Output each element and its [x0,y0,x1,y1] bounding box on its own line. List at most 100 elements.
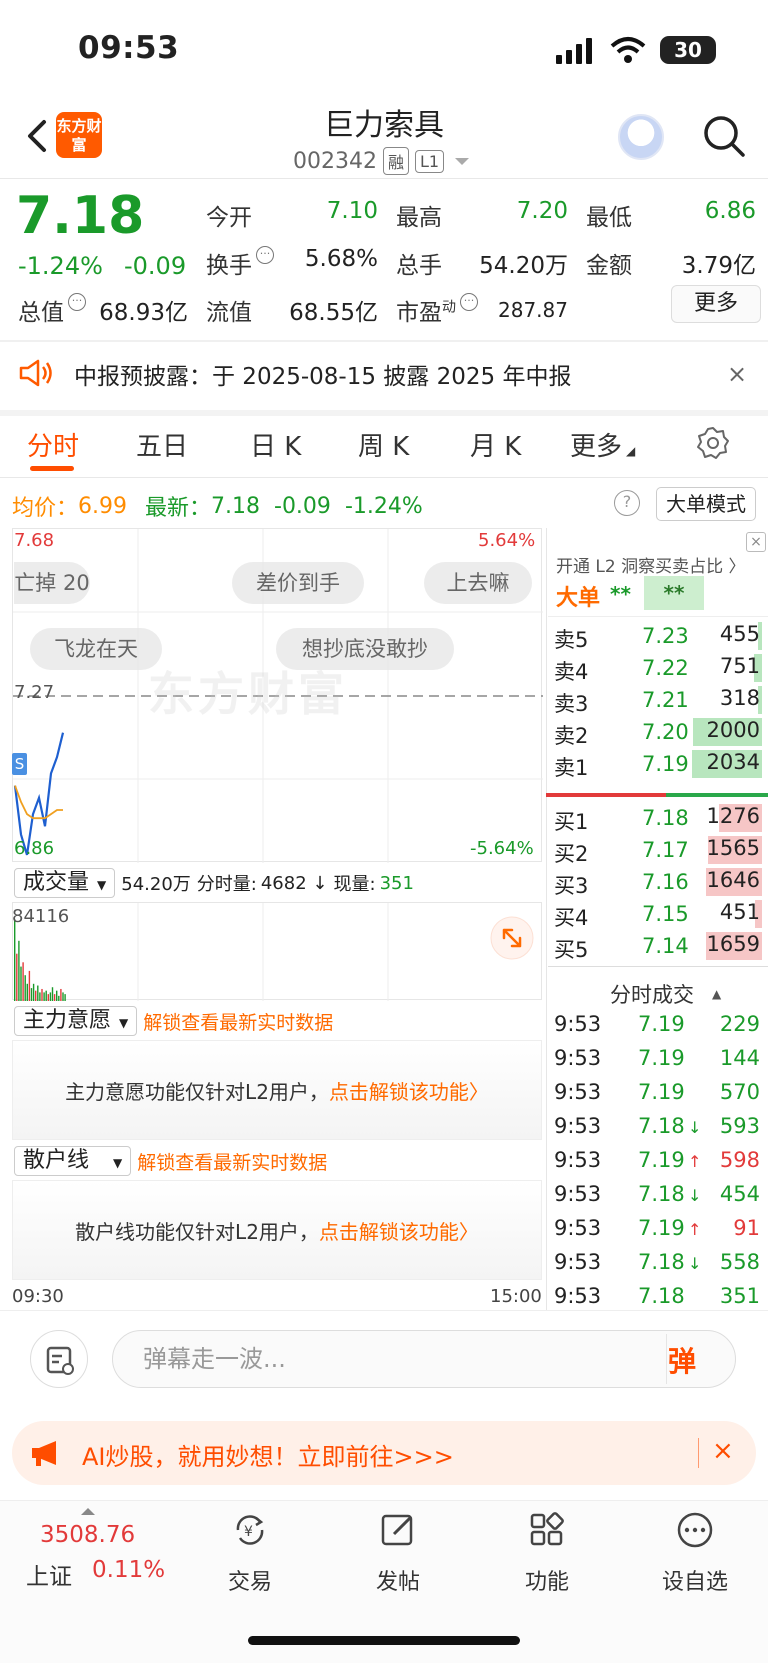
sanhu-unlock-button[interactable]: 点击解锁该功能〉 [319,1220,479,1244]
stock-code-row[interactable]: 002342 融 L1 [293,147,472,175]
ob-level-label: 买2 [554,842,589,866]
volume-total: 54.20万 [121,874,191,895]
volume-bar [37,985,39,1001]
ob-price: 7.14 [642,934,689,958]
volume-bar [58,995,60,1001]
tabbar-features[interactable]: 功能 [492,1510,602,1596]
bid-row[interactable]: 买4 7.15 451 [554,898,766,930]
index-value[interactable]: 3508.76 [40,1522,135,1548]
bid-row[interactable]: 买1 7.18 1276 [554,802,766,834]
info-dots-icon[interactable]: ··· [68,293,86,311]
expand-icon[interactable] [490,916,534,960]
tick-volume: 144 [719,1046,760,1070]
ask-row[interactable]: 卖2 7.20 2000 [554,716,766,748]
notice-divider [0,410,768,416]
help-icon[interactable]: ? [614,490,640,516]
info-dots-icon[interactable]: ··· [460,293,478,311]
zhuli-selector[interactable]: 主力意愿 ▼ [14,1006,138,1036]
volume-detail-label: 分时量: [196,874,257,895]
zhuli-unlock-button[interactable]: 点击解锁该功能〉 [329,1080,489,1104]
last-percent: -1.24% [344,493,423,519]
big-order-mode-button[interactable]: 大单模式 [656,487,756,521]
more-quote-button[interactable]: 更多 [671,285,761,323]
tabbar-trade[interactable]: ¥ 交易 [195,1510,305,1596]
home-indicator[interactable] [248,1636,520,1645]
price-line [13,732,65,856]
change-value: -0.09 [124,252,187,280]
big-order-bar: ** [644,576,704,610]
tick-row: 9:53 7.18 ↓ 593 [554,1114,764,1148]
caret-up-icon[interactable] [80,1506,96,1516]
tick-row: 9:53 7.18 ↓ 454 [554,1182,764,1216]
ask-row[interactable]: 卖5 7.23 455 [554,620,766,652]
gear-icon[interactable] [696,426,730,460]
promo-close-icon[interactable]: × [712,1436,734,1466]
ob-level-label: 卖3 [554,692,589,716]
ob-price: 7.18 [642,806,689,830]
ob-price: 7.15 [642,902,689,926]
tab-weekly-k[interactable]: 周 K [358,426,409,463]
zhuli-lock-box[interactable]: 主力意愿功能仅针对L2用户，点击解锁该功能〉 [12,1040,542,1140]
ob-level-label: 卖4 [554,660,589,684]
ask-row[interactable]: 卖4 7.22 751 [554,652,766,684]
edit-icon [381,1514,413,1546]
zhuli-header: 主力意愿 ▼ 解锁查看最新实时数据 [14,1006,333,1036]
volume-detail: 4682 ↓ [260,872,328,894]
sanhu-lock-box[interactable]: 散户线功能仅针对L2用户，点击解锁该功能〉 [12,1180,542,1280]
volume-selector[interactable]: 成交量 ▼ [14,868,116,898]
assistant-avatar-icon[interactable] [618,114,664,160]
bid-row[interactable]: 买5 7.14 1659 [554,930,766,962]
ask-row[interactable]: 卖1 7.19 2034 [554,748,766,780]
zhuli-unlock-link[interactable]: 解锁查看最新实时数据 [143,1008,333,1035]
tab-intraday[interactable]: 分时 [27,426,79,463]
input-divider [666,1334,667,1384]
search-icon[interactable] [700,112,748,160]
tick-time: 9:53 [554,1182,602,1206]
ask-row[interactable]: 卖3 7.21 318 [554,684,766,716]
volume-bar [24,975,26,1001]
ob-level-label: 买3 [554,874,589,898]
volume-bar [39,992,41,1001]
volume-bar [41,988,43,1001]
sanhu-selector[interactable]: 散户线 ▼ [14,1146,132,1176]
tab-daily-k[interactable]: 日 K [250,426,301,463]
pct-bot-label: -5.64% [470,838,534,859]
tab-five-day[interactable]: 五日 [136,426,188,463]
tab-more[interactable]: 更多 ◢ [570,426,635,463]
ob-price: 7.17 [642,838,689,862]
tab-monthly-k[interactable]: 月 K [470,426,521,463]
comment-settings-button[interactable] [30,1330,88,1388]
mktcap-value: 68.93亿 [99,300,188,326]
tick-time: 9:53 [554,1012,602,1036]
comment-input[interactable]: 弹幕走一波... [112,1330,736,1388]
sanhu-unlock-link[interactable]: 解锁查看最新实时数据 [137,1148,327,1175]
open-value: 7.10 [326,198,378,224]
info-dots-icon[interactable]: ··· [256,246,274,264]
tick-price: 7.18 [638,1114,685,1138]
promo-text[interactable]: AI炒股，就用妙想！立即前往>>> [82,1437,454,1472]
volume-chart-svg [14,903,389,1001]
buy-sell-ratio-bar-green [666,793,768,797]
svg-text:¥: ¥ [244,1524,253,1540]
index-change[interactable]: 0.11% [92,1557,165,1583]
index-name[interactable]: 上证 [26,1557,72,1591]
y-mid-label: 7.27 [14,682,55,703]
notice-text[interactable]: 中报预披露：于 2025-08-15 披露 2025 年中报 [74,357,571,391]
tabs-divider [0,477,768,478]
tabbar-post[interactable]: 发帖 [343,1510,453,1596]
pe-label: 市盈动 ··· [396,293,478,327]
danmu-send-button[interactable]: 弹 [668,1340,696,1380]
tabbar-watchlist[interactable]: 设自选 [640,1510,750,1596]
tick-price: 7.19 [638,1148,685,1172]
danmu-bubble: 上去嘛 [424,562,532,604]
bid-row[interactable]: 买2 7.17 1565 [554,834,766,866]
volume-value: 54.20万 [479,253,568,279]
bid-row[interactable]: 买3 7.16 1646 [554,866,766,898]
panel-close-icon[interactable]: × [746,532,766,552]
pe-value: 287.87 [498,298,568,322]
notice-close-icon[interactable]: × [727,360,747,388]
l2-upsell-link[interactable]: 开通 L2 洞察买卖占比 〉 [556,552,746,577]
tick-direction-icon: ↓ [688,1118,702,1137]
ticks-header[interactable]: 分时成交 ▲ [610,979,721,1009]
tick-volume: 351 [719,1284,760,1308]
